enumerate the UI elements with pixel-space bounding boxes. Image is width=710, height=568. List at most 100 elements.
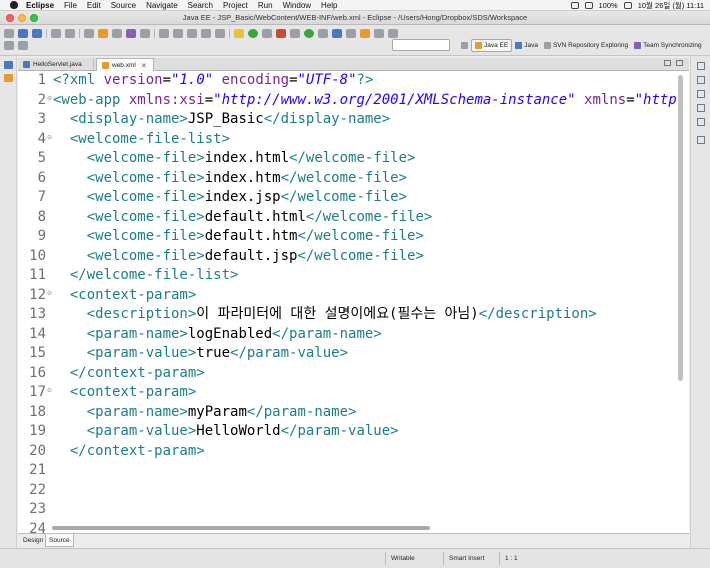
- open-task-icon[interactable]: [360, 28, 370, 38]
- search-icon[interactable]: [346, 28, 356, 38]
- battery-icon[interactable]: [623, 2, 632, 9]
- back-icon[interactable]: [201, 28, 211, 38]
- tag-icon[interactable]: [98, 28, 108, 38]
- menu-search[interactable]: Search: [188, 0, 213, 11]
- tab-design[interactable]: Design: [20, 534, 48, 547]
- tab-web-xml[interactable]: web.xml ✕: [96, 58, 154, 72]
- new-java-project-icon[interactable]: [290, 28, 300, 38]
- perspective-svn[interactable]: SVN Repository Exploring: [541, 39, 631, 52]
- code-line[interactable]: 8 <welcome-file>default.html</welcome-fi…: [18, 208, 689, 228]
- print-icon[interactable]: [51, 28, 61, 38]
- toggle-mark-icon[interactable]: [374, 28, 384, 38]
- menu-source[interactable]: Source: [111, 0, 136, 11]
- wizard-icon[interactable]: [140, 28, 150, 38]
- code-line[interactable]: 7 <welcome-file>index.jsp</welcome-file>: [18, 188, 689, 208]
- code-token: <param-value>: [86, 423, 197, 439]
- volume-icon[interactable]: [584, 2, 593, 9]
- nav-forward-icon[interactable]: [18, 40, 28, 50]
- code-line[interactable]: 11 </welcome-file-list>: [18, 266, 689, 286]
- code-line[interactable]: 9 <welcome-file>default.htm</welcome-fil…: [18, 227, 689, 247]
- perspective-java-ee[interactable]: Java EE: [471, 38, 513, 52]
- code-line[interactable]: 5 <welcome-file>index.html</welcome-file…: [18, 149, 689, 169]
- code-line[interactable]: 21: [18, 461, 689, 481]
- open-type-icon[interactable]: [332, 28, 342, 38]
- new-package-icon[interactable]: [304, 28, 314, 38]
- menu-edit[interactable]: Edit: [87, 0, 101, 11]
- menu-window[interactable]: Window: [283, 0, 311, 11]
- perspective-team-sync[interactable]: Team Synchronizing: [631, 39, 705, 52]
- code-line[interactable]: 20 </context-param>: [18, 442, 689, 462]
- menu-help[interactable]: Help: [321, 0, 337, 11]
- external-tools-icon[interactable]: [276, 28, 286, 38]
- tab-helloservlet-java[interactable]: HelloServlet.java: [18, 58, 94, 71]
- servers-view-icon[interactable]: [697, 136, 705, 144]
- menu-file[interactable]: File: [64, 0, 77, 11]
- restore-view-icon[interactable]: [4, 61, 13, 69]
- menu-run[interactable]: Run: [258, 0, 273, 11]
- apple-icon[interactable]: [10, 1, 18, 9]
- open-perspective-button[interactable]: [458, 39, 471, 52]
- code-line[interactable]: 23: [18, 500, 689, 520]
- task-list-icon[interactable]: [697, 90, 705, 98]
- code-line[interactable]: 14 <param-name>logEnabled</param-name>: [18, 325, 689, 345]
- fold-toggle-icon[interactable]: ⊖: [47, 387, 52, 395]
- code-line[interactable]: 15 <param-value>true</param-value>: [18, 344, 689, 364]
- run-dropdown-icon[interactable]: [262, 28, 272, 38]
- code-line[interactable]: 4 ⊖ <welcome-file-list>: [18, 130, 689, 150]
- fold-toggle-icon[interactable]: ⊖: [47, 95, 52, 103]
- run-icon[interactable]: [248, 28, 258, 38]
- code-line[interactable]: 2 ⊖ <web-app xmlns:xsi="http://www.w3.org/…: [18, 91, 689, 111]
- perspective-java[interactable]: Java: [512, 39, 541, 52]
- fold-toggle-icon[interactable]: ⊖: [47, 290, 52, 298]
- code-line[interactable]: 19 <param-value>HelloWorld</param-value>: [18, 422, 689, 442]
- close-tab-icon[interactable]: ✕: [141, 62, 147, 70]
- new-class-icon[interactable]: [318, 28, 328, 38]
- restore-icon[interactable]: [697, 62, 705, 70]
- last-edit-icon[interactable]: [187, 28, 197, 38]
- forward-icon[interactable]: [215, 28, 225, 38]
- code-line[interactable]: 17 ⊖ <context-param>: [18, 383, 689, 403]
- menu-navigate[interactable]: Navigate: [146, 0, 178, 11]
- nav-back-icon[interactable]: [4, 40, 14, 50]
- code-line[interactable]: 13 <description>이 파라미터에 대한 설명이에요(필수는 아님)…: [18, 305, 689, 325]
- code-token: </welcome-file>: [297, 228, 424, 244]
- minimize-icon[interactable]: [664, 60, 671, 66]
- menu-project[interactable]: Project: [223, 0, 248, 11]
- wifi-icon[interactable]: [570, 2, 579, 9]
- palette-icon[interactable]: [112, 28, 122, 38]
- code-line[interactable]: 10 <welcome-file>default.jsp</welcome-fi…: [18, 247, 689, 267]
- palette-view-icon[interactable]: [697, 104, 705, 112]
- pin-editor-icon[interactable]: [388, 28, 398, 38]
- clock[interactable]: 10월 26일 (월) 11:11: [638, 0, 704, 11]
- code-line[interactable]: 12 ⊖ <context-param>: [18, 286, 689, 306]
- new-icon[interactable]: [4, 28, 14, 38]
- console-icon[interactable]: [65, 28, 75, 38]
- source-editor[interactable]: 1 <?xml version="1.0" encoding="UTF-8"?> 2…: [18, 71, 689, 533]
- toolbar-separator: [46, 28, 47, 38]
- servers-icon[interactable]: [84, 28, 94, 38]
- prev-annotation-icon[interactable]: [173, 28, 183, 38]
- menu-app-name[interactable]: Eclipse: [26, 0, 54, 11]
- horizontal-scrollbar[interactable]: [52, 526, 430, 530]
- code-line[interactable]: 1 <?xml version="1.0" encoding="UTF-8"?>: [18, 71, 689, 91]
- next-annotation-icon[interactable]: [159, 28, 169, 38]
- code-line[interactable]: 3 <display-name>JSP_Basic</display-name>: [18, 110, 689, 130]
- save-all-icon[interactable]: [32, 28, 42, 38]
- save-icon[interactable]: [18, 28, 28, 38]
- outline-icon[interactable]: [697, 76, 705, 84]
- code-line[interactable]: 22: [18, 481, 689, 501]
- maximize-icon[interactable]: [676, 60, 683, 66]
- properties-icon[interactable]: [697, 118, 705, 126]
- code-line[interactable]: 6 <welcome-file>index.htm</welcome-file>: [18, 169, 689, 189]
- vertical-scrollbar[interactable]: [678, 75, 683, 381]
- code-line[interactable]: 18 <param-name>myParam</param-name>: [18, 403, 689, 423]
- web-browser-icon[interactable]: [126, 28, 136, 38]
- project-explorer-icon[interactable]: [4, 74, 13, 82]
- quick-access-field[interactable]: [392, 39, 450, 51]
- code-line[interactable]: 16 </context-param>: [18, 364, 689, 384]
- tab-source[interactable]: Source: [45, 534, 74, 547]
- status-insert-mode[interactable]: Smart Insert: [443, 552, 498, 565]
- line-number: 14: [29, 325, 46, 342]
- fold-toggle-icon[interactable]: ⊖: [47, 134, 52, 142]
- debug-icon[interactable]: [234, 28, 244, 38]
